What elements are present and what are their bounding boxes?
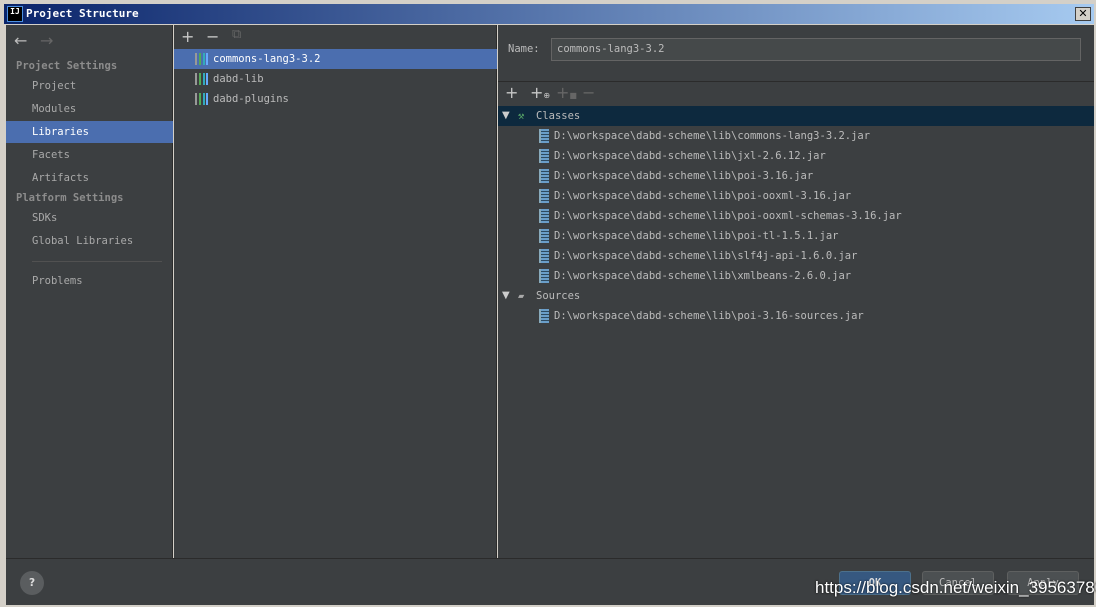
jar-icon	[539, 229, 549, 243]
library-icon	[195, 73, 209, 85]
sidebar-item-global-libraries[interactable]: Global Libraries	[6, 230, 173, 252]
add-url-icon[interactable]: +⊕	[530, 83, 550, 102]
title-bar: IJ Project Structure ✕	[4, 4, 1094, 24]
divider	[32, 261, 162, 262]
tree-node-label: Classes	[536, 110, 581, 122]
sidebar-item-facets[interactable]: Facets	[6, 144, 173, 166]
jar-icon	[539, 169, 549, 183]
name-input[interactable]: commons-lang3-3.2	[551, 38, 1081, 61]
watermark: https://blog.csdn.net/weixin_39563780	[815, 578, 1096, 597]
sidebar-item-modules[interactable]: Modules	[6, 98, 173, 120]
jar-entry[interactable]: D:\workspace\dabd-scheme\lib\poi-tl-1.5.…	[498, 226, 1094, 246]
jar-path: D:\workspace\dabd-scheme\lib\commons-lan…	[554, 130, 871, 142]
jar-icon	[539, 189, 549, 203]
add-icon[interactable]: +	[181, 27, 194, 46]
sidebar-item-libraries[interactable]: Libraries	[6, 121, 173, 143]
library-item[interactable]: dabd-lib	[174, 69, 497, 89]
jar-icon	[539, 129, 549, 143]
library-item[interactable]: commons-lang3-3.2	[174, 49, 497, 69]
jar-entry[interactable]: D:\workspace\dabd-scheme\lib\poi-ooxml-s…	[498, 206, 1094, 226]
jar-entry[interactable]: D:\workspace\dabd-scheme\lib\poi-3.16.ja…	[498, 166, 1094, 186]
library-name: dabd-plugins	[213, 93, 289, 105]
copy-icon[interactable]: ⧉	[232, 27, 241, 42]
add-folder-icon[interactable]: +■	[556, 83, 577, 102]
sidebar-item-sdks[interactable]: SDKs	[6, 207, 173, 229]
tree-node-classes[interactable]: ▼ ⚒ Classes	[498, 106, 1094, 126]
jar-icon	[539, 269, 549, 283]
close-button[interactable]: ✕	[1075, 7, 1091, 21]
back-arrow-icon[interactable]: ←	[14, 31, 27, 50]
expand-triangle-icon[interactable]: ▼	[502, 106, 510, 126]
remove-icon[interactable]: −	[582, 83, 595, 102]
jar-icon	[539, 209, 549, 223]
jar-path: D:\workspace\dabd-scheme\lib\poi-ooxml-s…	[554, 210, 902, 222]
section-project-settings: Project Settings	[16, 60, 118, 72]
library-detail-panel: Name: commons-lang3-3.2 + +⊕ +■ − ▼ ⚒ Clas…	[498, 25, 1094, 558]
add-icon[interactable]: +	[505, 83, 518, 102]
libraries-panel: + − ⧉ commons-lang3-3.2 dabd-lib dabd-pl…	[174, 25, 497, 558]
project-structure-window: IJ Project Structure ✕ ← → Project Setti…	[0, 0, 1096, 607]
section-platform-settings: Platform Settings	[16, 192, 124, 204]
folder-icon: ▰	[518, 290, 525, 302]
library-name: dabd-lib	[213, 73, 264, 85]
sidebar-item-project[interactable]: Project	[6, 75, 173, 97]
name-label: Name:	[508, 43, 540, 55]
library-icon	[195, 93, 209, 105]
jar-path: D:\workspace\dabd-scheme\lib\xmlbeans-2.…	[554, 270, 852, 282]
jar-path: D:\workspace\dabd-scheme\lib\poi-3.16-so…	[554, 310, 864, 322]
jar-path: D:\workspace\dabd-scheme\lib\poi-ooxml-3…	[554, 190, 852, 202]
jar-entry[interactable]: D:\workspace\dabd-scheme\lib\jxl-2.6.12.…	[498, 146, 1094, 166]
jar-entry[interactable]: D:\workspace\dabd-scheme\lib\poi-3.16-so…	[498, 306, 1094, 326]
intellij-logo-icon: IJ	[7, 6, 23, 22]
jar-icon	[539, 249, 549, 263]
jar-entry[interactable]: D:\workspace\dabd-scheme\lib\commons-lan…	[498, 126, 1094, 146]
expand-triangle-icon[interactable]: ▼	[502, 286, 510, 306]
remove-icon[interactable]: −	[206, 27, 219, 46]
library-item[interactable]: dabd-plugins	[174, 89, 497, 109]
jar-path: D:\workspace\dabd-scheme\lib\slf4j-api-1…	[554, 250, 858, 262]
library-icon	[195, 53, 209, 65]
jar-entry[interactable]: D:\workspace\dabd-scheme\lib\slf4j-api-1…	[498, 246, 1094, 266]
sidebar-item-artifacts[interactable]: Artifacts	[6, 167, 173, 189]
hammer-icon: ⚒	[518, 110, 525, 122]
jar-entry[interactable]: D:\workspace\dabd-scheme\lib\poi-ooxml-3…	[498, 186, 1094, 206]
tree-node-label: Sources	[536, 290, 581, 302]
jar-entry[interactable]: D:\workspace\dabd-scheme\lib\xmlbeans-2.…	[498, 266, 1094, 286]
library-name: commons-lang3-3.2	[213, 53, 321, 65]
window-title: Project Structure	[26, 7, 139, 20]
sidebar: ← → Project Settings Project Modules Lib…	[6, 25, 173, 558]
jar-path: D:\workspace\dabd-scheme\lib\poi-3.16.ja…	[554, 170, 814, 182]
jar-icon	[539, 309, 549, 323]
jar-icon	[539, 149, 549, 163]
tree-node-sources[interactable]: ▼ ▰ Sources	[498, 286, 1094, 306]
sidebar-item-problems[interactable]: Problems	[6, 270, 173, 292]
jar-path: D:\workspace\dabd-scheme\lib\poi-tl-1.5.…	[554, 230, 839, 242]
forward-arrow-icon[interactable]: →	[40, 31, 53, 50]
roots-toolbar: + +⊕ +■ −	[498, 81, 1094, 105]
help-button[interactable]: ?	[20, 571, 44, 595]
jar-path: D:\workspace\dabd-scheme\lib\jxl-2.6.12.…	[554, 150, 826, 162]
